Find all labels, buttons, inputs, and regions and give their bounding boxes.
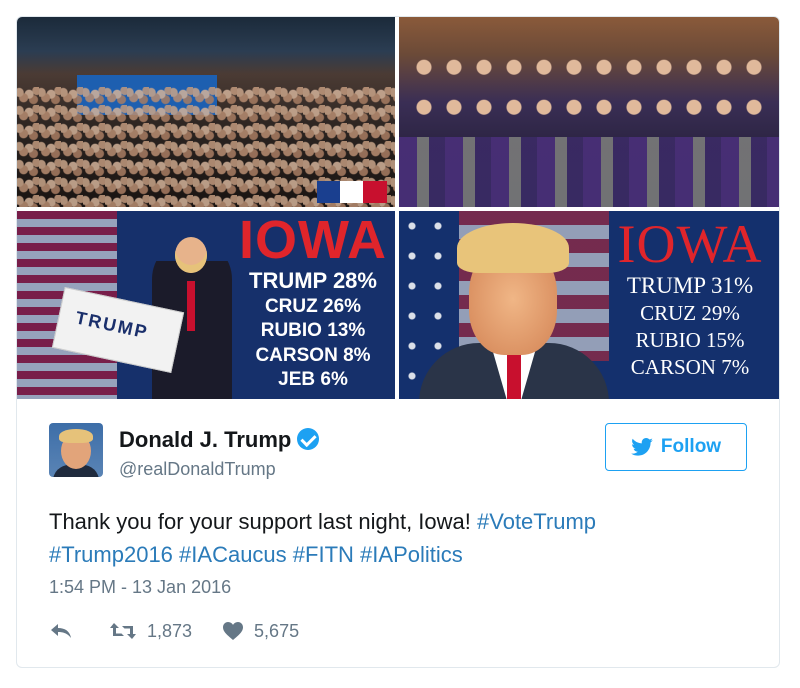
poll-left-state: IOWA xyxy=(239,211,387,270)
reply-button[interactable] xyxy=(49,622,73,640)
retweet-count: 1,873 xyxy=(147,620,193,641)
speaker-head xyxy=(175,237,207,273)
hashtag-link[interactable]: #Trump2016 xyxy=(49,542,173,567)
poll-right-line: TRUMP 31% xyxy=(626,273,754,298)
iowa-flag-icon xyxy=(317,181,387,203)
photo-poll-rally[interactable]: TRUMP IOWA TRUMP 28% CRUZ 26% RUBIO 13% … xyxy=(17,211,395,399)
photo-team-group[interactable] xyxy=(399,17,779,207)
hashtag-link[interactable]: #IACaucus xyxy=(179,542,287,567)
avatar[interactable] xyxy=(49,423,103,477)
reply-icon xyxy=(51,624,71,638)
tweet-text-body: Thank you for your support last night, I… xyxy=(49,509,478,534)
author-name-text: Donald J. Trump xyxy=(119,427,292,452)
tweet-actions: 1,873 5,675 xyxy=(49,617,299,645)
follow-label: Follow xyxy=(660,436,722,457)
portrait-hair xyxy=(457,223,569,273)
poll-left-line: JEB 6% xyxy=(278,369,348,391)
twitter-bird-icon xyxy=(631,438,653,456)
speaker-tie xyxy=(187,281,195,331)
tweet-text: Thank you for your support last night, I… xyxy=(49,505,749,571)
retweet-button[interactable]: 1,873 xyxy=(109,621,192,642)
hashtag-link[interactable]: #VoteTrump xyxy=(477,509,596,534)
hashtag-link[interactable]: #FITN xyxy=(293,542,354,567)
poll-left-line: RUBIO 13% xyxy=(260,320,366,342)
poll-right-state: IOWA xyxy=(617,214,763,274)
poll-right: IOWA TRUMP 31% CRUZ 29% RUBIO 15% CARSON… xyxy=(601,217,779,381)
poll-left: IOWA TRUMP 28% CRUZ 26% RUBIO 13% CARSON… xyxy=(232,213,394,392)
tweet-card: TRUMP IOWA TRUMP 28% CRUZ 26% RUBIO 13% … xyxy=(16,16,780,668)
poll-left-line: CRUZ 26% xyxy=(264,296,362,318)
heart-icon xyxy=(223,622,244,640)
poll-right-line: CRUZ 29% xyxy=(640,301,740,326)
like-count: 5,675 xyxy=(254,620,300,641)
team-row-middle xyxy=(409,97,769,131)
hashtag-link[interactable]: #IAPolitics xyxy=(360,542,463,567)
poll-right-line: RUBIO 15% xyxy=(635,328,745,353)
poll-left-line: CARSON 8% xyxy=(255,344,371,366)
timestamp[interactable]: 1:54 PM - 13 Jan 2016 xyxy=(49,577,231,598)
team-row-front xyxy=(399,137,779,207)
poll-right-line: CARSON 7% xyxy=(630,355,750,380)
author-handle[interactable]: @realDonaldTrump xyxy=(119,459,276,480)
media-grid[interactable]: TRUMP IOWA TRUMP 28% CRUZ 26% RUBIO 13% … xyxy=(17,17,779,399)
avatar-hair xyxy=(59,429,93,443)
like-button[interactable]: 5,675 xyxy=(222,621,299,642)
poll-left-line: TRUMP 28% xyxy=(249,268,377,293)
team-row-back xyxy=(409,57,769,91)
author-name[interactable]: Donald J. Trump xyxy=(119,427,320,453)
retweet-icon xyxy=(110,623,136,639)
portrait-tie xyxy=(507,353,521,399)
verified-badge-icon xyxy=(297,428,320,450)
photo-rally-crowd[interactable] xyxy=(17,17,395,207)
follow-button[interactable]: Follow xyxy=(605,423,747,471)
